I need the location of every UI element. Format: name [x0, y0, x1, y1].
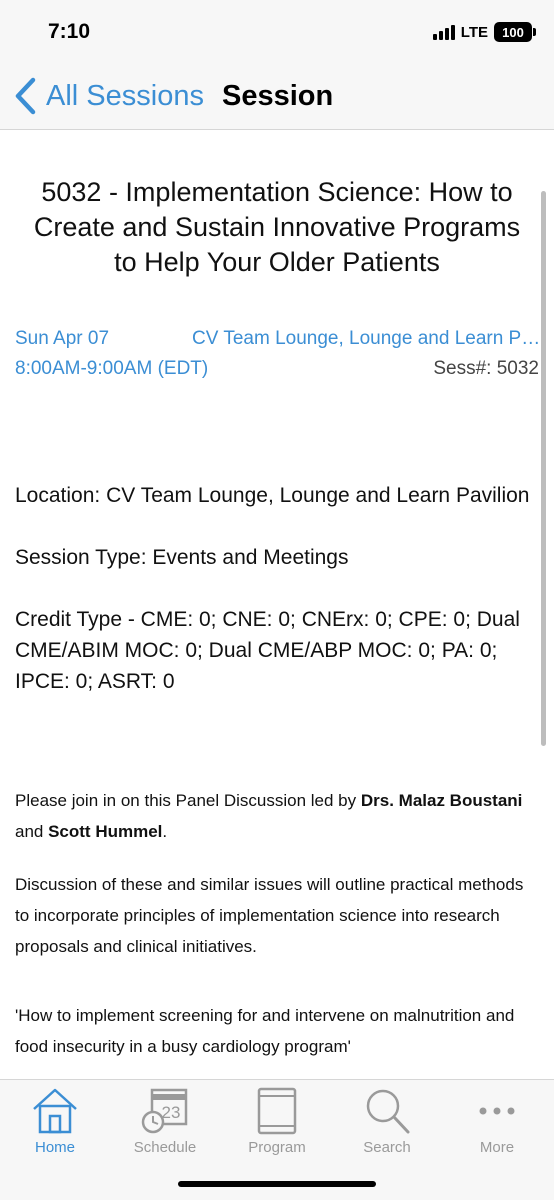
- session-detail-scroll-view[interactable]: 5032 - Implementation Science: How to Cr…: [0, 131, 554, 1079]
- intro-conjunction: and: [15, 822, 49, 841]
- session-details: Location: CV Team Lounge, Lounge and Lea…: [15, 480, 535, 728]
- signal-strength-icon: [432, 24, 455, 40]
- tab-label: Home: [34, 1139, 75, 1156]
- status-time: 7:10: [48, 20, 91, 43]
- session-time: 8:00AM-9:00AM (EDT): [15, 358, 209, 379]
- navigation-bar: All Sessions Session: [0, 64, 554, 130]
- chevron-left-icon: [15, 77, 36, 115]
- intro-text: Please join in on this Panel Discussion …: [15, 791, 361, 810]
- page-title: Session: [222, 80, 334, 112]
- speaker-name: Drs. Malaz Boustani: [360, 791, 523, 810]
- status-bar: 7:10 LTE 100: [0, 0, 554, 64]
- tab-schedule[interactable]: 23 Schedule: [110, 1086, 220, 1156]
- more-dots-icon: [479, 1107, 515, 1115]
- calendar-day: 23: [162, 1103, 181, 1122]
- session-date: Sun Apr 07: [15, 328, 110, 349]
- tab-label: More: [479, 1139, 515, 1156]
- battery-icon: 100: [494, 22, 536, 42]
- network-type-label: LTE: [460, 23, 488, 41]
- search-icon: [366, 1089, 410, 1134]
- tab-label: Program: [248, 1139, 306, 1156]
- description-quote: 'How to implement screening for and inte…: [15, 1006, 515, 1056]
- back-button-label: All Sessions: [46, 79, 204, 112]
- battery-level: 100: [502, 24, 524, 40]
- tab-home[interactable]: Home: [0, 1086, 110, 1156]
- session-description: Please join in on this Panel Discussion …: [15, 785, 535, 1079]
- session-room-link[interactable]: CV Team Lounge, Lounge and Learn Pavilio…: [192, 328, 542, 350]
- session-number: Sess#: 5032: [433, 358, 539, 379]
- tab-label: Search: [363, 1139, 411, 1156]
- description-intro: Please join in on this Panel Discussion …: [15, 785, 535, 847]
- scrollbar[interactable]: [541, 191, 546, 746]
- session-title: 5032 - Implementation Science: How to Cr…: [33, 177, 521, 277]
- session-credit-type: Credit Type - CME: 0; CNE: 0; CNErx: 0; …: [15, 608, 520, 693]
- session-type: Session Type: Events and Meetings: [15, 546, 349, 569]
- description-paragraph: Discussion of these and similar issues w…: [15, 875, 524, 956]
- book-icon: [257, 1087, 297, 1135]
- tab-program[interactable]: Program: [222, 1086, 332, 1156]
- status-indicators: LTE 100: [432, 22, 536, 42]
- tab-search[interactable]: Search: [332, 1086, 442, 1156]
- home-icon: [33, 1088, 77, 1134]
- home-indicator[interactable]: [178, 1181, 376, 1187]
- session-location: Location: CV Team Lounge, Lounge and Lea…: [15, 484, 530, 507]
- calendar-clock-icon: 23: [141, 1088, 188, 1134]
- speaker-name: Scott Hummel: [48, 822, 163, 841]
- tab-label: Schedule: [133, 1139, 197, 1156]
- tab-more[interactable]: More: [442, 1086, 552, 1156]
- back-button[interactable]: All Sessions: [12, 76, 204, 116]
- intro-period: .: [162, 822, 168, 841]
